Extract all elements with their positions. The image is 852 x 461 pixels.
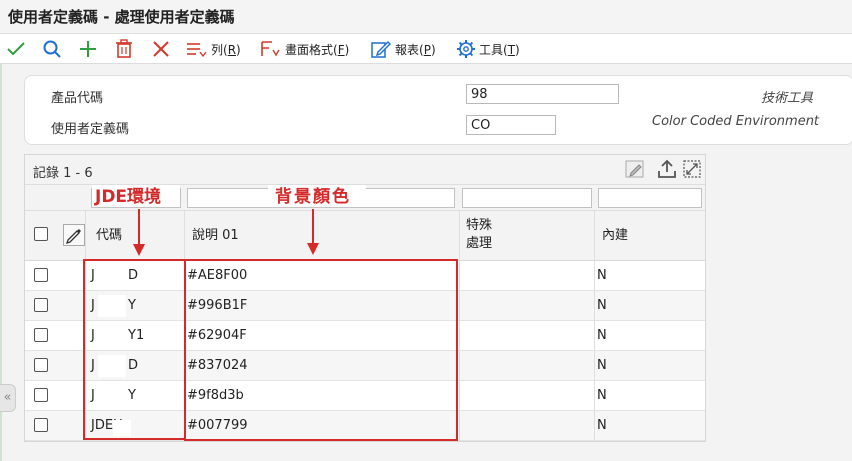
annotation-box-code xyxy=(83,259,186,440)
annotation-arrow-code xyxy=(133,209,145,256)
collapse-sidebar-button[interactable]: « xyxy=(0,384,16,412)
annotation-box-description xyxy=(184,259,458,441)
annotation-arrow-description xyxy=(307,209,319,255)
